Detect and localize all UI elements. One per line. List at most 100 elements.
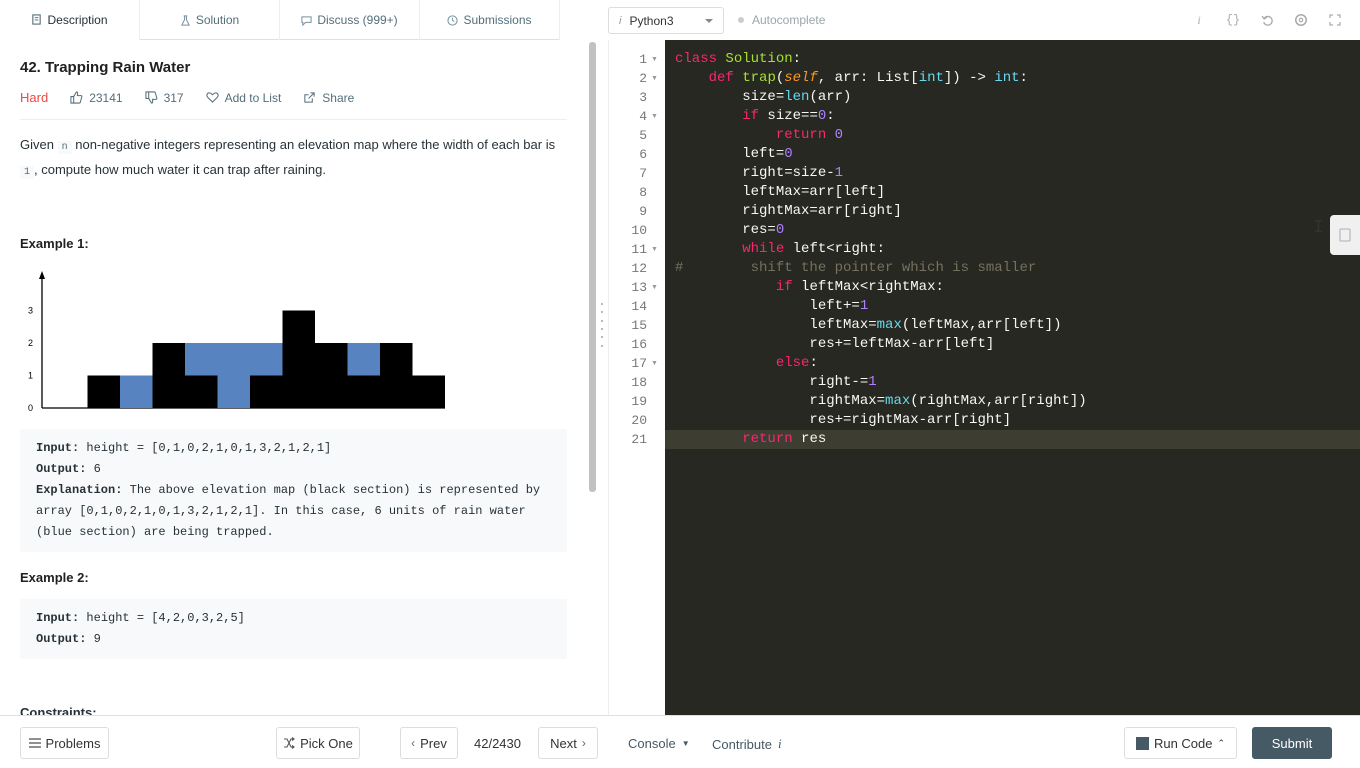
code-line[interactable]: return res xyxy=(665,430,1360,449)
pick-one-label: Pick One xyxy=(300,735,353,751)
line-number: 16 xyxy=(631,337,647,352)
line-number: 9 xyxy=(639,204,647,219)
code-line[interactable]: right=size-1 xyxy=(665,164,1360,183)
code-line[interactable]: # shift the pointer which is smaller xyxy=(665,259,1360,278)
fullscreen-icon[interactable] xyxy=(1326,11,1344,29)
code-line[interactable]: else: xyxy=(665,354,1360,373)
like-button[interactable]: 23141 xyxy=(70,91,123,105)
example1-block: Input: height = [0,1,0,2,1,0,1,3,2,1,2,1… xyxy=(20,429,567,552)
notes-icon xyxy=(1339,228,1351,242)
water-bar xyxy=(347,343,380,376)
code-line[interactable]: rightMax=arr[right] xyxy=(665,202,1360,221)
code-area[interactable]: class Solution: def trap(self, arr: List… xyxy=(665,40,1360,715)
settings-icon[interactable] xyxy=(1292,11,1310,29)
thumbs-up-icon xyxy=(70,91,83,104)
line-number: 15 xyxy=(631,318,647,333)
run-code-label: Run Code xyxy=(1153,735,1213,751)
braces-icon[interactable]: {} xyxy=(1224,11,1242,29)
run-code-button[interactable]: Run Code ⌃ xyxy=(1124,727,1237,759)
code-line[interactable]: if size==0: xyxy=(665,107,1360,126)
code-line[interactable]: while left<right: xyxy=(665,240,1360,259)
elevation-bar xyxy=(87,375,120,408)
water-bar xyxy=(217,343,250,408)
line-number: 13 xyxy=(631,280,647,295)
elevation-bar xyxy=(250,375,283,408)
code-line[interactable]: size=len(arr) xyxy=(665,88,1360,107)
line-number: 6 xyxy=(639,147,647,162)
ex1-input-label: Input: xyxy=(36,441,80,455)
tab-description[interactable]: Description xyxy=(0,0,140,40)
next-button[interactable]: Next › xyxy=(538,727,598,759)
water-bar xyxy=(250,343,283,376)
heart-icon xyxy=(205,92,219,103)
reset-icon[interactable] xyxy=(1258,11,1276,29)
line-number: 11 xyxy=(631,242,647,257)
code-line[interactable]: class Solution: xyxy=(665,50,1360,69)
code-line[interactable]: leftMax=max(leftMax,arr[left]) xyxy=(665,316,1360,335)
side-panel-toggle[interactable] xyxy=(1330,215,1360,255)
leetcode-page: Description Solution Discuss (999+) Subm… xyxy=(0,0,1360,768)
fold-arrow-icon[interactable]: ▼ xyxy=(651,107,661,126)
line-number: 2 xyxy=(639,71,647,86)
document-icon xyxy=(32,14,42,25)
add-to-list-button[interactable]: Add to List xyxy=(205,91,281,105)
tab-discuss[interactable]: Discuss (999+) xyxy=(280,0,420,40)
chevron-up-icon: ⌃ xyxy=(1217,737,1226,748)
code-line[interactable]: res+=rightMax-arr[right] xyxy=(665,411,1360,430)
code-line[interactable]: if leftMax<rightMax: xyxy=(665,278,1360,297)
elevation-chart-svg: 0 1 2 3 xyxy=(28,271,445,413)
fold-arrow-icon[interactable]: ▼ xyxy=(651,50,661,69)
dislike-button[interactable]: 317 xyxy=(144,90,184,105)
code-line[interactable]: right-=1 xyxy=(665,373,1360,392)
editor-tool-icons: i {} xyxy=(1190,11,1344,29)
pick-one-button[interactable]: Pick One xyxy=(276,727,360,759)
info-icon: i xyxy=(777,736,782,751)
problems-button[interactable]: Problems xyxy=(20,727,109,759)
autocomplete-toggle[interactable]: Autocomplete xyxy=(738,13,825,27)
code-line[interactable]: rightMax=max(rightMax,arr[right]) xyxy=(665,392,1360,411)
code-line[interactable]: def trap(self, arr: List[int]) -> int: xyxy=(665,69,1360,88)
info-icon[interactable]: i xyxy=(1190,11,1208,29)
contribute-link[interactable]: Contribute i xyxy=(712,736,782,752)
console-toggle[interactable]: Console ▼ xyxy=(628,736,690,751)
ex2-output-label: Output: xyxy=(36,632,87,646)
language-select[interactable]: i Python3 xyxy=(608,7,724,34)
elevation-bar xyxy=(282,310,315,408)
prev-button[interactable]: ‹ Prev xyxy=(400,727,458,759)
line-number: 20 xyxy=(631,413,647,428)
ex2-input: height = [4,2,0,3,2,5] xyxy=(86,611,245,625)
prev-label: Prev xyxy=(420,735,447,751)
code-line[interactable]: res+=leftMax-arr[left] xyxy=(665,335,1360,354)
code-line[interactable]: left+=1 xyxy=(665,297,1360,316)
share-button[interactable]: Share xyxy=(303,91,354,105)
code-line[interactable]: return 0 xyxy=(665,126,1360,145)
fold-arrow-icon[interactable]: ▼ xyxy=(651,240,661,259)
code-line[interactable]: res=0 xyxy=(665,221,1360,240)
elevation-bar xyxy=(380,343,413,408)
code-line[interactable]: left=0 xyxy=(665,145,1360,164)
comment-icon xyxy=(301,15,312,26)
tab-submissions-label: Submissions xyxy=(463,13,532,27)
ex1-output: 6 xyxy=(93,462,101,476)
fold-arrow-icon[interactable]: ▼ xyxy=(651,278,661,297)
submit-button[interactable]: Submit xyxy=(1252,727,1332,759)
elevation-bar xyxy=(152,343,185,408)
editor-toolbar: i Python3 Autocomplete i {} xyxy=(598,0,1360,40)
dislike-count: 317 xyxy=(163,90,184,105)
tab-solution[interactable]: Solution xyxy=(140,0,280,40)
line-number: 18 xyxy=(631,375,647,390)
fold-arrow-icon[interactable]: ▼ xyxy=(651,354,661,373)
pane-resize-handle[interactable] xyxy=(598,300,606,350)
description-scrollbar[interactable] xyxy=(589,42,596,492)
line-number: 12 xyxy=(631,261,647,276)
inline-code-n: n xyxy=(57,141,72,154)
tab-submissions[interactable]: Submissions xyxy=(420,0,560,40)
code-editor[interactable]: 1 ▼ 2 ▼ 3 4 ▼ 5 6 7 8 9 10 11 ▼ 12 13 ▼ 14 15 16 17 ▼ 18 19 20 21 … xyxy=(608,40,1360,715)
line-number: 21 xyxy=(631,432,647,447)
next-label: Next xyxy=(550,735,577,751)
list-icon xyxy=(28,738,41,748)
constraints-title: Constraints: xyxy=(20,705,97,715)
code-line[interactable]: leftMax=arr[left] xyxy=(665,183,1360,202)
fold-arrow-icon[interactable]: ▼ xyxy=(651,69,661,88)
ex2-input-label: Input: xyxy=(36,611,80,625)
